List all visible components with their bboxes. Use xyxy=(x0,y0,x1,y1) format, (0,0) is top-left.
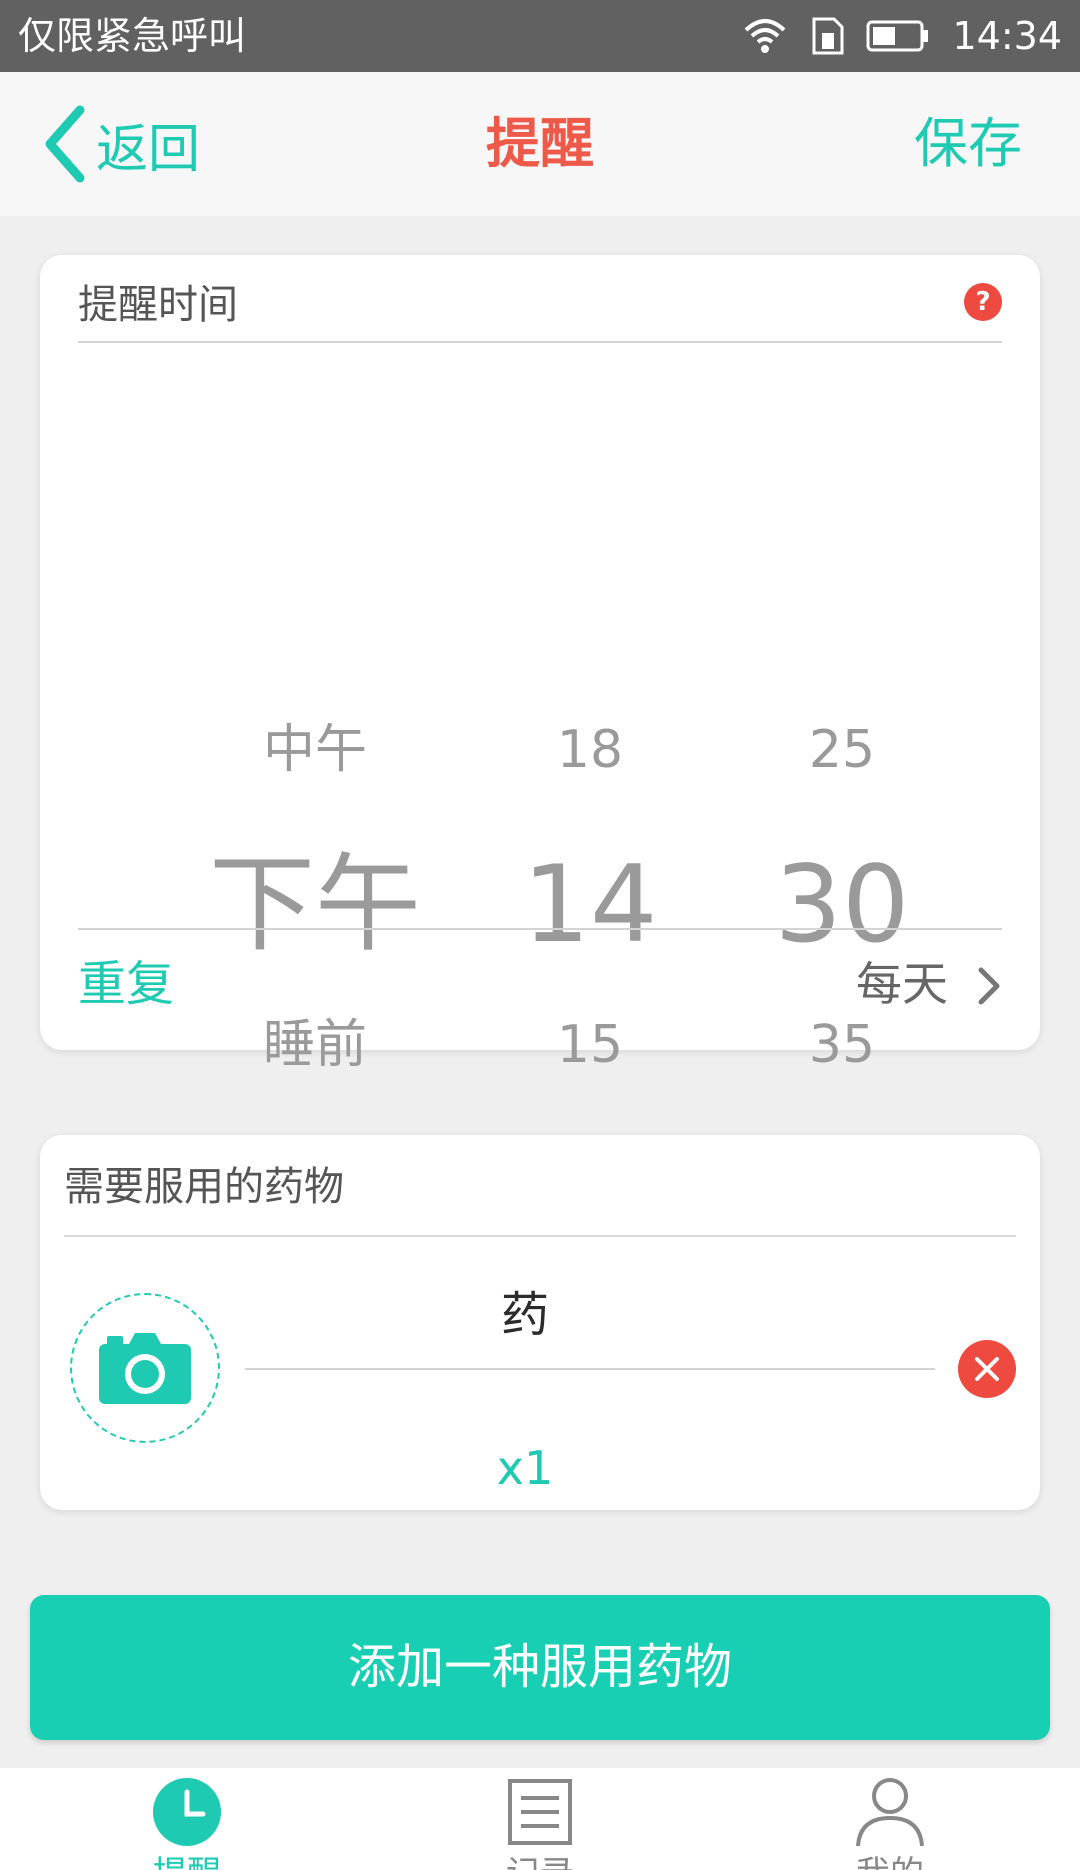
remove-medicine-button[interactable] xyxy=(958,1340,1016,1398)
hour-prev[interactable]: 18 xyxy=(460,720,720,780)
chevron-right-icon xyxy=(978,967,1000,1005)
repeat-value: 每天 xyxy=(856,957,948,1011)
document-list-icon xyxy=(508,1779,572,1845)
sim-icon xyxy=(812,17,844,55)
battery-icon xyxy=(866,20,929,52)
tab-reminder[interactable]: 提醒 xyxy=(87,1768,287,1870)
user-icon xyxy=(856,1778,924,1847)
clock-icon xyxy=(153,1778,221,1846)
minute-prev[interactable]: 25 xyxy=(712,720,972,780)
tab-label: 提醒 xyxy=(87,1854,287,1870)
close-icon xyxy=(975,1357,999,1381)
period-prev[interactable]: 中午 xyxy=(185,720,445,780)
carrier-status: 仅限紧急呼叫 xyxy=(18,14,247,58)
add-medicine-button[interactable]: 添加一种服用药物 xyxy=(30,1595,1050,1740)
reminder-time-title: 提醒时间 xyxy=(78,282,238,328)
medicine-header: 需要服用的药物 xyxy=(64,1155,1016,1237)
repeat-label: 重复 xyxy=(78,956,175,1012)
wifi-icon xyxy=(745,19,786,53)
camera-icon xyxy=(99,1333,191,1404)
tab-label: 记录 xyxy=(440,1854,640,1870)
tab-profile[interactable]: 我的 xyxy=(790,1768,990,1870)
camera-button[interactable] xyxy=(70,1293,220,1443)
reminder-time-card: 提醒时间 ? 中午 下午 睡前 18 14 15 25 30 35 重复 每天 xyxy=(40,255,1040,1075)
status-bar: 仅限紧急呼叫 14:34 xyxy=(0,0,1080,72)
tab-bar: 提醒 记录 我的 xyxy=(0,1768,1080,1870)
repeat-row[interactable]: 重复 每天 xyxy=(78,928,1002,1040)
nav-bar: 返回 提醒 保存 xyxy=(0,72,1080,216)
status-icons: 14:34 xyxy=(742,12,1062,60)
medicine-quantity[interactable]: x1 xyxy=(245,1440,805,1496)
help-icon[interactable]: ? xyxy=(964,283,1002,321)
tab-label: 我的 xyxy=(790,1854,990,1870)
medicine-name[interactable]: 药 xyxy=(245,1285,805,1345)
medicine-divider xyxy=(245,1368,935,1370)
medicine-title: 需要服用的药物 xyxy=(64,1164,344,1210)
save-button[interactable]: 保存 xyxy=(914,112,1022,176)
medicine-card: 需要服用的药物 药 x1 xyxy=(40,1135,1040,1510)
tab-records[interactable]: 记录 xyxy=(440,1768,640,1870)
reminder-time-header: 提醒时间 ? xyxy=(78,273,1002,343)
status-time: 14:34 xyxy=(952,14,1062,58)
